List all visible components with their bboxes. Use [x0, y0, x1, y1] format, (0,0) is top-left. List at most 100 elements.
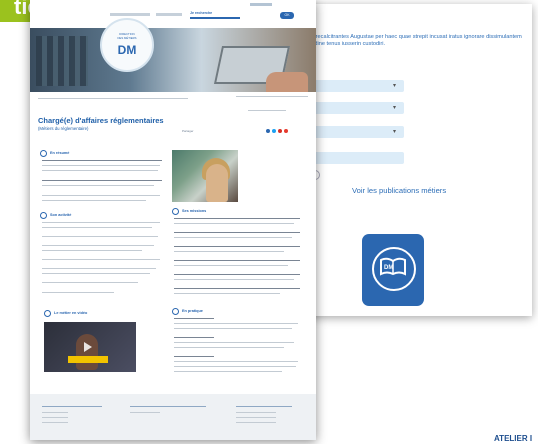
text-line: [174, 328, 292, 329]
publications-page: totati recalcitrantes Augustae per haec …: [296, 4, 532, 316]
text-line: [174, 218, 300, 219]
footer-heading-2: [130, 406, 206, 407]
intro-text: totati recalcitrantes Augustae per haec …: [302, 34, 522, 47]
mail-icon[interactable]: [284, 129, 288, 133]
facebook-icon[interactable]: [266, 129, 270, 133]
publications-title[interactable]: Voir les publications métiers: [352, 186, 446, 195]
job-photo: [172, 150, 238, 202]
footer-link[interactable]: [42, 412, 68, 413]
chevron-down-icon: ▾: [392, 83, 396, 89]
footer-link[interactable]: [42, 422, 68, 423]
filter-select-2[interactable]: ▾: [310, 102, 404, 114]
text-line: [42, 282, 138, 283]
footer-link[interactable]: [236, 412, 276, 413]
filter-select-1[interactable]: ▾: [310, 80, 404, 92]
footer-link[interactable]: [42, 417, 68, 418]
text-line: [174, 260, 300, 261]
video-person: [76, 334, 98, 370]
text-line: [174, 347, 284, 348]
text-line: [174, 251, 284, 252]
section-summary-heading: En résumé: [50, 151, 70, 155]
text-line: [42, 165, 160, 166]
footer-heading-1: [42, 406, 102, 407]
footer-link[interactable]: [236, 422, 276, 423]
text-line: [174, 361, 298, 362]
text-line: [42, 195, 160, 196]
play-icon[interactable]: [84, 342, 92, 352]
text-line: [42, 222, 160, 223]
text-line: [174, 265, 288, 266]
filter-select-3[interactable]: ▾: [310, 126, 404, 138]
video-player[interactable]: [44, 322, 136, 372]
tile-logo-text: DM: [384, 265, 394, 271]
text-line: [174, 274, 300, 275]
text-line: [174, 323, 298, 324]
utility-links[interactable]: [236, 96, 308, 97]
text-line: [42, 180, 162, 181]
nav-item-active[interactable]: Je recherche: [190, 11, 212, 15]
nav-item-1[interactable]: [110, 13, 150, 16]
section-missions-heading: Ses missions: [182, 209, 207, 213]
text-line: [174, 223, 294, 224]
text-line: [42, 250, 142, 251]
video-icon: [44, 310, 51, 317]
text-line: [174, 288, 300, 289]
text-line: [174, 293, 280, 294]
nav-underline: [190, 17, 240, 19]
missions-icon: [172, 208, 179, 215]
photo-person: [206, 164, 228, 202]
text-line: [42, 292, 114, 293]
text-line: [42, 245, 154, 246]
back-link[interactable]: [248, 110, 286, 111]
chevron-down-icon: ▾: [392, 105, 396, 111]
footer: [30, 394, 316, 440]
activity-icon: [40, 212, 47, 219]
search-button[interactable]: OK: [280, 12, 294, 19]
footer-link[interactable]: [130, 412, 160, 413]
twitter-icon[interactable]: [272, 129, 276, 133]
text-line: [42, 236, 158, 237]
breadcrumb[interactable]: [38, 98, 188, 99]
atelier-label: ATELIER I: [494, 434, 533, 443]
text-line: [174, 318, 214, 319]
text-line: [42, 200, 146, 201]
summary-text: [42, 160, 162, 161]
text-line: [42, 170, 158, 171]
footer-heading-3: [236, 406, 292, 407]
chevron-down-icon: ▾: [392, 129, 396, 135]
share-label: Partager: [182, 129, 194, 133]
text-line: [174, 246, 300, 247]
practice-icon: [172, 308, 179, 315]
section-video-heading: Le métier en vidéo: [54, 311, 88, 315]
text-line: [174, 371, 282, 372]
page-subtitle: (Métiers du réglementaire): [38, 126, 89, 131]
text-line: [174, 279, 294, 280]
text-line: [42, 185, 154, 186]
section-activity-heading: Son activité: [50, 213, 72, 217]
footer-link[interactable]: [236, 417, 276, 418]
top-bar: Je recherche OK: [30, 0, 316, 28]
hero-shelves-image: [36, 36, 88, 86]
google-icon[interactable]: [278, 129, 282, 133]
text-line: [174, 342, 294, 343]
text-line: [42, 273, 150, 274]
video-caption: [68, 356, 108, 363]
text-line: [174, 337, 214, 338]
text-line: [42, 268, 156, 269]
publications-tile[interactable]: DM: [362, 234, 424, 306]
section-practice-heading: En pratique: [182, 309, 203, 313]
text-line: [174, 366, 296, 367]
text-line: [174, 237, 292, 238]
hero-logo: DIRECTION DES MÉTIERS DM: [100, 18, 154, 72]
text-line: [42, 259, 160, 260]
page-title: Chargé(e) d'affaires réglementaires: [38, 116, 164, 125]
job-page: Je recherche OK DIRECTION DES MÉTIERS DM…: [30, 0, 316, 440]
text-line: [42, 227, 152, 228]
summary-icon: [40, 150, 47, 157]
text-line: [174, 356, 214, 357]
hero-banner: [30, 28, 316, 92]
text-line: [174, 232, 300, 233]
filter-input[interactable]: [310, 152, 404, 164]
nav-item-2[interactable]: [156, 13, 182, 16]
top-link[interactable]: [250, 3, 272, 6]
